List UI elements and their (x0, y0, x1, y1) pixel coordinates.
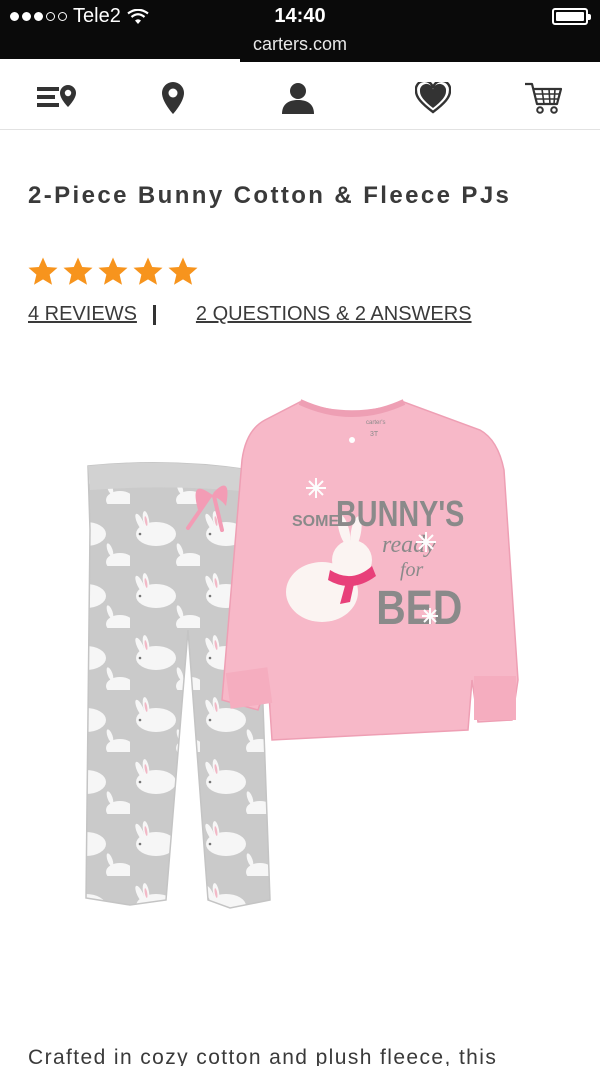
cart-icon (525, 82, 563, 114)
shirt-text-for: for (400, 559, 424, 581)
clock: 14:40 (274, 5, 326, 27)
list-pin-icon (37, 85, 76, 107)
cart-button[interactable] (520, 78, 566, 118)
star-icon (168, 257, 198, 285)
battery-icon (552, 8, 591, 25)
pajama-illustration: SOME BUNNY'S ready for BED carter's 3T (85, 399, 519, 909)
star-icon (98, 257, 128, 285)
wishlist-button[interactable] (410, 78, 456, 118)
reviews-link[interactable]: 4 REVIEWS (28, 303, 137, 326)
star-icon (63, 257, 93, 285)
shirt-text-bunnys: BUNNY'S (336, 493, 464, 534)
star-icon (133, 257, 163, 285)
product-title: 2-Piece Bunny Cotton & Fleece PJs (28, 182, 512, 209)
nav-bar (0, 62, 600, 130)
location-button[interactable] (150, 78, 196, 118)
status-bar: Tele2 14:40 carters.com (0, 0, 600, 62)
location-pin-icon (162, 82, 184, 114)
product-description: Crafted in cozy cotton and plush fleece,… (28, 1046, 498, 1066)
rating-stars (27, 256, 199, 288)
shirt-text-some: SOME (292, 513, 339, 530)
account-button[interactable] (275, 78, 321, 118)
address-bar[interactable]: carters.com (0, 34, 600, 55)
star-icon (28, 257, 58, 285)
shirt-label-size: 3T (370, 431, 379, 438)
shirt-label-brand: carter's (366, 420, 385, 426)
questions-answers-link[interactable]: 2 QUESTIONS & 2 ANSWERS (196, 303, 472, 326)
heart-icon (415, 82, 451, 114)
store-locator-list-button[interactable] (34, 78, 80, 118)
review-links: 4 REVIEWS 2 QUESTIONS & 2 ANSWERS (28, 303, 472, 326)
user-icon (282, 83, 314, 114)
shirt-text-bed: BED (376, 582, 462, 635)
divider (152, 304, 156, 325)
product-image[interactable]: SOME BUNNY'S ready for BED carter's 3T (60, 380, 540, 940)
